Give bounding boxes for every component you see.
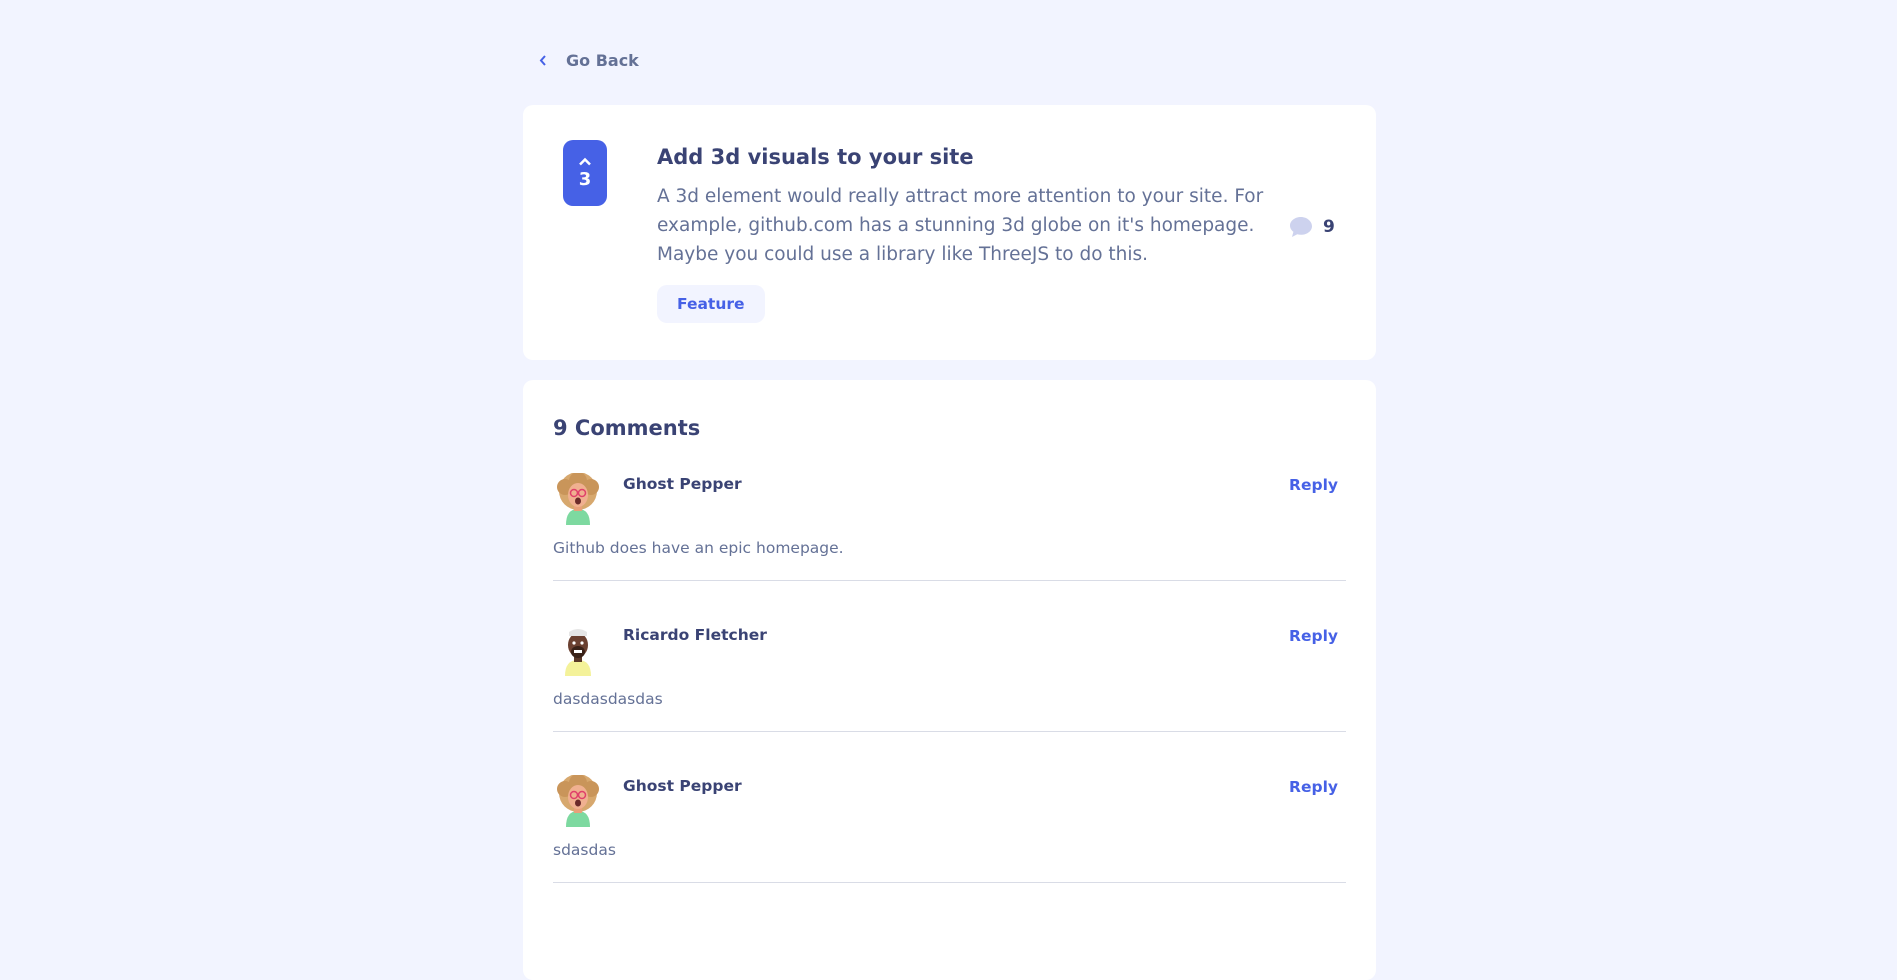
reply-button[interactable]: Reply (1289, 778, 1338, 796)
avatar (553, 624, 603, 676)
comment-author: Ricardo Fletcher (623, 626, 767, 644)
comment-text: dasdasdasdas (553, 690, 663, 708)
go-back-button[interactable]: Go Back (536, 48, 639, 72)
feedback-title: Add 3d visuals to your site (657, 145, 974, 169)
comment-count-value: 9 (1323, 217, 1335, 237)
comment-bubble-icon (1290, 217, 1312, 237)
avatar (553, 774, 603, 827)
go-back-label: Go Back (566, 50, 639, 70)
feedback-description: A 3d element would really attract more a… (657, 186, 1264, 265)
reply-button[interactable]: Reply (1289, 476, 1338, 494)
comment-text: Github does have an epic homepage. (553, 539, 844, 557)
upvote-button[interactable]: 3 (563, 140, 607, 206)
reply-button[interactable]: Reply (1289, 627, 1338, 645)
comment-text: sdasdas (553, 841, 616, 859)
comment-item: Ghost Pepper Reply sdasdas (553, 774, 1346, 927)
avatar (553, 472, 603, 525)
category-tag[interactable]: Feature (657, 285, 765, 323)
feedback-card: 3 Add 3d visuals to your site A 3d eleme… (523, 105, 1376, 360)
comment-divider (553, 882, 1346, 883)
comment-author: Ghost Pepper (623, 777, 742, 795)
comment-item: Ghost Pepper Reply Github does have an e… (553, 472, 1346, 625)
comment-divider (553, 580, 1346, 581)
comments-card: 9 Comments Ghost Pepper Reply Github doe… (523, 380, 1376, 980)
upvote-count: 3 (578, 168, 592, 190)
comment-author: Ghost Pepper (623, 475, 742, 493)
comment-count: 9 (1289, 216, 1335, 238)
chevron-up-icon (579, 157, 591, 165)
comments-heading: 9 Comments (553, 416, 701, 440)
comment-item: Ricardo Fletcher Reply dasdasdasdas (553, 624, 1346, 776)
comment-divider (553, 731, 1346, 732)
chevron-left-icon (536, 53, 548, 67)
